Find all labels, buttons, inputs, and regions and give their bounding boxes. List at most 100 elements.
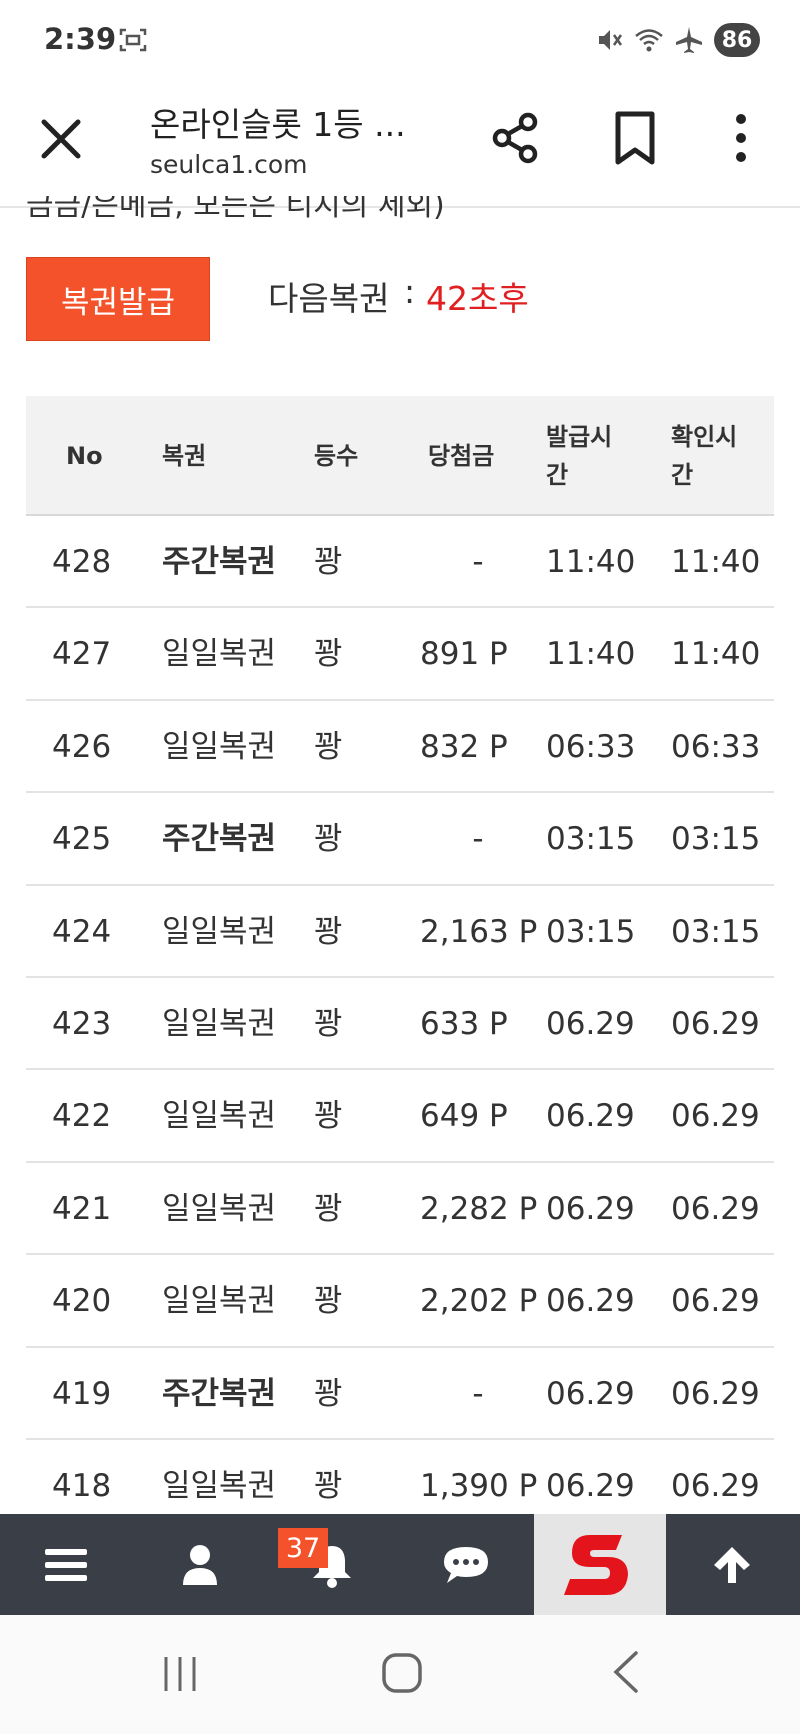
table-row: 426 일일복권 꽝 832 P 06:33 06:33 bbox=[26, 701, 774, 794]
more-vert-icon[interactable] bbox=[726, 110, 756, 166]
cell-prize: 832 P bbox=[420, 728, 508, 765]
table-row: 428 주간복권 꽝 - 11:40 11:40 bbox=[26, 516, 774, 609]
cell-prize: 2,163 P bbox=[420, 913, 538, 950]
browser-toolbar: 온라인슬롯 1등 ... seulca1.com bbox=[0, 80, 800, 208]
table-header: No 복권 등수 당첨금 발급시 간 확인시 간 bbox=[26, 396, 774, 516]
cell-no: 423 bbox=[52, 1005, 112, 1042]
wifi-icon bbox=[635, 29, 663, 52]
chat-button[interactable] bbox=[426, 1514, 506, 1615]
next-lottery-label: 다음복권 bbox=[268, 279, 390, 318]
table-row: 421 일일복권 꽝 2,282 P 06.29 06.29 bbox=[26, 1163, 774, 1256]
cell-check-time: 06.29 bbox=[671, 1375, 760, 1412]
cell-no: 420 bbox=[52, 1283, 112, 1320]
cell-issue-time: 06.29 bbox=[546, 1190, 635, 1227]
cell-check-time: 06.29 bbox=[671, 1190, 760, 1227]
cell-issue-time: 06:33 bbox=[546, 728, 636, 765]
table-row: 422 일일복권 꽝 649 P 06.29 06.29 bbox=[26, 1070, 774, 1163]
cell-issue-time: 06.29 bbox=[546, 1283, 635, 1320]
cell-rank: 꽝 bbox=[314, 1283, 343, 1320]
cell-type: 일일복권 bbox=[162, 913, 277, 950]
cell-issue-time: 06.29 bbox=[546, 1005, 635, 1042]
cell-prize: 633 P bbox=[420, 1005, 508, 1042]
cell-rank: 꽝 bbox=[314, 1098, 343, 1135]
issue-lottery-button[interactable]: 복권발급 bbox=[26, 257, 210, 341]
share-icon[interactable] bbox=[488, 110, 544, 166]
cell-type: 일일복권 bbox=[162, 1098, 277, 1135]
menu-button[interactable] bbox=[26, 1514, 106, 1615]
header-type: 복권 bbox=[162, 442, 207, 470]
cell-issue-time: 03:15 bbox=[546, 821, 636, 858]
cell-check-time: 11:40 bbox=[671, 544, 761, 580]
cell-type: 주간복권 bbox=[162, 821, 277, 858]
cell-issue-time: 06.29 bbox=[546, 1098, 635, 1135]
cell-rank: 꽝 bbox=[314, 1005, 343, 1042]
table-row: 425 주간복권 꽝 - 03:15 03:15 bbox=[26, 793, 774, 886]
cell-rank: 꽝 bbox=[314, 544, 343, 580]
page-url[interactable]: seulca1.com bbox=[150, 150, 308, 179]
cell-type: 일일복권 bbox=[162, 1190, 277, 1227]
table-row: 419 주간복권 꽝 - 06.29 06.29 bbox=[26, 1348, 774, 1440]
table-row: 423 일일복권 꽝 633 P 06.29 06.29 bbox=[26, 978, 774, 1071]
lottery-table: No 복권 등수 당첨금 발급시 간 확인시 간 428 주간복권 꽝 - 11… bbox=[26, 396, 774, 1533]
close-icon[interactable] bbox=[36, 114, 86, 164]
battery-level: 86 bbox=[714, 23, 760, 57]
cell-check-time: 11:40 bbox=[671, 636, 761, 673]
system-nav-bar bbox=[0, 1615, 800, 1734]
cell-no: 422 bbox=[52, 1098, 112, 1135]
mute-icon bbox=[599, 30, 623, 50]
cell-type: 일일복권 bbox=[162, 636, 277, 673]
cell-prize: 2,282 P bbox=[420, 1190, 538, 1227]
cell-no: 421 bbox=[52, 1190, 112, 1227]
header-no: No bbox=[66, 442, 103, 470]
cell-no: 428 bbox=[52, 544, 112, 580]
header-rank: 등수 bbox=[314, 442, 359, 470]
cell-check-time: 06.29 bbox=[671, 1283, 760, 1320]
status-time: 2:39 bbox=[44, 22, 117, 56]
cell-prize: 891 P bbox=[420, 636, 508, 673]
cell-issue-time: 06.29 bbox=[546, 1375, 635, 1412]
screenshot-icon bbox=[119, 28, 147, 52]
cell-issue-time: 03:15 bbox=[546, 913, 636, 950]
cell-prize: - bbox=[472, 544, 484, 580]
cell-check-time: 03:15 bbox=[671, 913, 761, 950]
cell-no: 427 bbox=[52, 636, 112, 673]
menu-icon bbox=[45, 1548, 87, 1581]
cell-check-time: 06.29 bbox=[671, 1098, 760, 1135]
cell-rank: 꽝 bbox=[314, 913, 343, 950]
cell-prize: 649 P bbox=[420, 1098, 508, 1135]
arrow-up-icon bbox=[714, 1546, 750, 1583]
bookmark-icon[interactable] bbox=[612, 110, 658, 166]
site-logo-button[interactable] bbox=[534, 1514, 666, 1615]
cell-check-time: 03:15 bbox=[671, 821, 761, 858]
user-button[interactable] bbox=[160, 1514, 240, 1615]
cell-prize: 2,202 P bbox=[420, 1283, 538, 1320]
scroll-top-button[interactable] bbox=[692, 1514, 772, 1615]
airplane-icon bbox=[676, 27, 702, 53]
next-lottery-colon: : bbox=[404, 272, 416, 311]
cell-rank: 꽝 bbox=[314, 821, 343, 858]
table-row: 420 일일복권 꽝 2,202 P 06.29 06.29 bbox=[26, 1255, 774, 1348]
back-icon[interactable] bbox=[610, 1649, 640, 1695]
status-bar: 2:39 86 bbox=[0, 0, 800, 80]
cell-type: 일일복권 bbox=[162, 728, 277, 765]
cell-no: 426 bbox=[52, 728, 112, 765]
cell-type: 일일복권 bbox=[162, 1005, 277, 1042]
cell-type: 주간복권 bbox=[162, 1375, 277, 1412]
bottom-app-bar bbox=[0, 1514, 800, 1615]
cell-issue-time: 11:40 bbox=[546, 636, 636, 673]
recent-apps-icon[interactable] bbox=[160, 1653, 200, 1695]
next-lottery-countdown: 42초후 bbox=[426, 279, 529, 318]
cell-rank: 꽝 bbox=[314, 728, 343, 765]
header-check-time: 확인시 간 bbox=[671, 423, 738, 489]
cell-no: 425 bbox=[52, 821, 112, 858]
cell-rank: 꽝 bbox=[314, 636, 343, 673]
user-icon bbox=[183, 1544, 217, 1585]
cell-type: 주간복권 bbox=[162, 544, 277, 580]
cell-type: 일일복권 bbox=[162, 1283, 277, 1320]
header-issue-time: 발급시 간 bbox=[546, 423, 613, 489]
cell-no: 424 bbox=[52, 913, 112, 950]
cell-no: 419 bbox=[52, 1375, 112, 1412]
home-icon[interactable] bbox=[380, 1651, 424, 1695]
table-row: 424 일일복권 꽝 2,163 P 03:15 03:15 bbox=[26, 886, 774, 978]
cell-issue-time: 11:40 bbox=[546, 544, 636, 580]
